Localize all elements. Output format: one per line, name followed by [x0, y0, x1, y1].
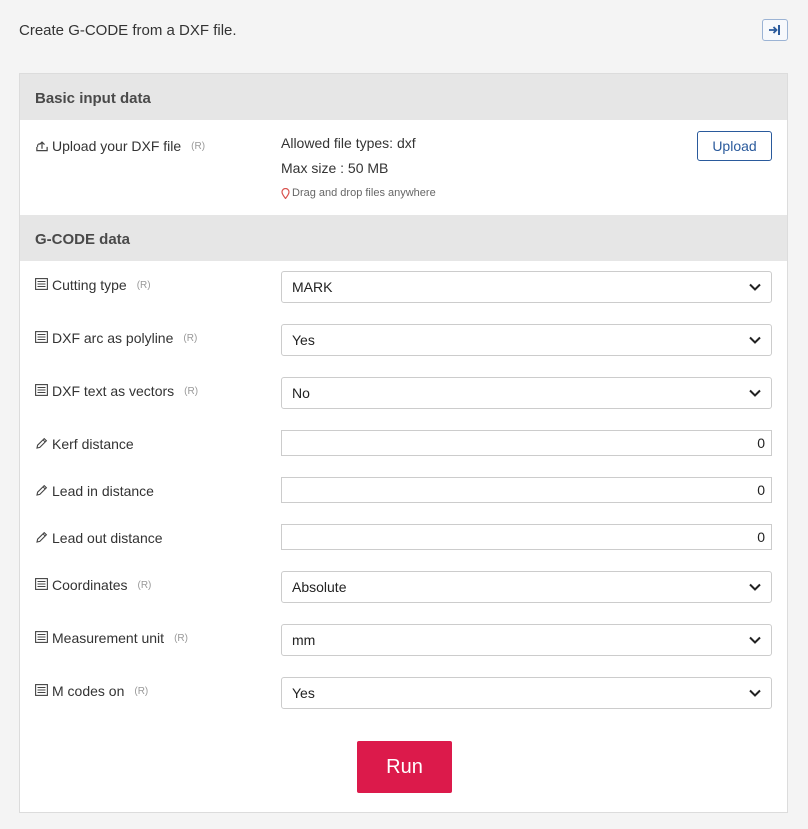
field-label-row: Measurement unit (R)	[35, 630, 188, 646]
select-value: No	[292, 385, 310, 401]
input-value: 0	[757, 529, 765, 545]
select-value: Absolute	[292, 579, 347, 595]
allowed-file-types: Allowed file types: dxf	[281, 135, 416, 151]
chevron-down-icon	[749, 689, 761, 697]
select-value: mm	[292, 632, 316, 648]
field-label-row: Lead in distance	[35, 483, 154, 499]
pencil-icon	[35, 531, 49, 545]
select-field[interactable]: Yes	[281, 324, 772, 356]
list-icon	[35, 631, 49, 645]
required-marker: (R)	[184, 385, 199, 397]
field-label: M codes on	[52, 683, 125, 699]
field-label-row: DXF arc as polyline (R)	[35, 330, 197, 346]
select-value: Yes	[292, 332, 315, 348]
exit-button[interactable]	[762, 19, 788, 41]
map-marker-icon	[281, 187, 290, 199]
run-button[interactable]: Run	[357, 741, 452, 793]
field-label-row: Coordinates (R)	[35, 577, 151, 593]
select-field[interactable]: mm	[281, 624, 772, 656]
list-icon	[35, 331, 49, 345]
chevron-down-icon	[749, 389, 761, 397]
section-title: G-CODE data	[35, 231, 131, 248]
list-icon	[35, 278, 49, 292]
number-input[interactable]: 0	[281, 477, 772, 503]
number-input[interactable]: 0	[281, 524, 772, 550]
chevron-down-icon	[749, 583, 761, 591]
select-value: MARK	[292, 279, 333, 295]
field-label: DXF text as vectors	[52, 383, 175, 399]
required-marker: (R)	[191, 140, 206, 152]
required-marker: (R)	[134, 685, 149, 697]
chevron-down-icon	[749, 336, 761, 344]
select-field[interactable]: Yes	[281, 677, 772, 709]
upload-button[interactable]: Upload	[697, 131, 772, 161]
max-size: Max size : 50 MB	[281, 160, 389, 176]
field-label-row: M codes on (R)	[35, 683, 148, 699]
chevron-down-icon	[749, 636, 761, 644]
field-label-row: Cutting type (R)	[35, 277, 151, 293]
field-label: Lead in distance	[52, 483, 154, 499]
upload-label-row: Upload your DXF file (R)	[35, 138, 205, 154]
section-title: Basic input data	[35, 90, 151, 107]
field-label: Coordinates	[52, 577, 128, 593]
list-icon	[35, 578, 49, 592]
upload-cloud-icon	[35, 139, 49, 153]
required-marker: (R)	[136, 279, 151, 291]
select-field[interactable]: Absolute	[281, 571, 772, 603]
upload-label: Upload your DXF file	[52, 138, 182, 154]
input-value: 0	[757, 435, 765, 451]
field-label: Measurement unit	[52, 630, 165, 646]
section-gcode-data: G-CODE data	[20, 215, 787, 261]
field-label: DXF arc as polyline	[52, 330, 174, 346]
field-label-row: Lead out distance	[35, 530, 163, 546]
section-basic-input: Basic input data	[20, 74, 787, 120]
required-marker: (R)	[137, 579, 152, 591]
select-field[interactable]: MARK	[281, 271, 772, 303]
field-label-row: Kerf distance	[35, 436, 134, 452]
number-input[interactable]: 0	[281, 430, 772, 456]
pencil-icon	[35, 484, 49, 498]
drag-drop-note: Drag and drop files anywhere	[281, 187, 436, 199]
required-marker: (R)	[183, 332, 198, 344]
field-label-row: DXF text as vectors (R)	[35, 383, 198, 399]
drag-drop-text: Drag and drop files anywhere	[292, 187, 436, 199]
page-heading: Create G-CODE from a DXF file.	[19, 22, 237, 39]
field-label: Kerf distance	[52, 436, 134, 452]
select-field[interactable]: No	[281, 377, 772, 409]
pencil-icon	[35, 437, 49, 451]
field-label: Cutting type	[52, 277, 127, 293]
field-label: Lead out distance	[52, 530, 163, 546]
input-value: 0	[757, 482, 765, 498]
chevron-down-icon	[749, 283, 761, 291]
list-icon	[35, 684, 49, 698]
select-value: Yes	[292, 685, 315, 701]
sign-in-icon	[769, 25, 780, 35]
form-card: Basic input data Upload your DXF file (R…	[19, 73, 788, 813]
list-icon	[35, 384, 49, 398]
required-marker: (R)	[174, 632, 188, 644]
